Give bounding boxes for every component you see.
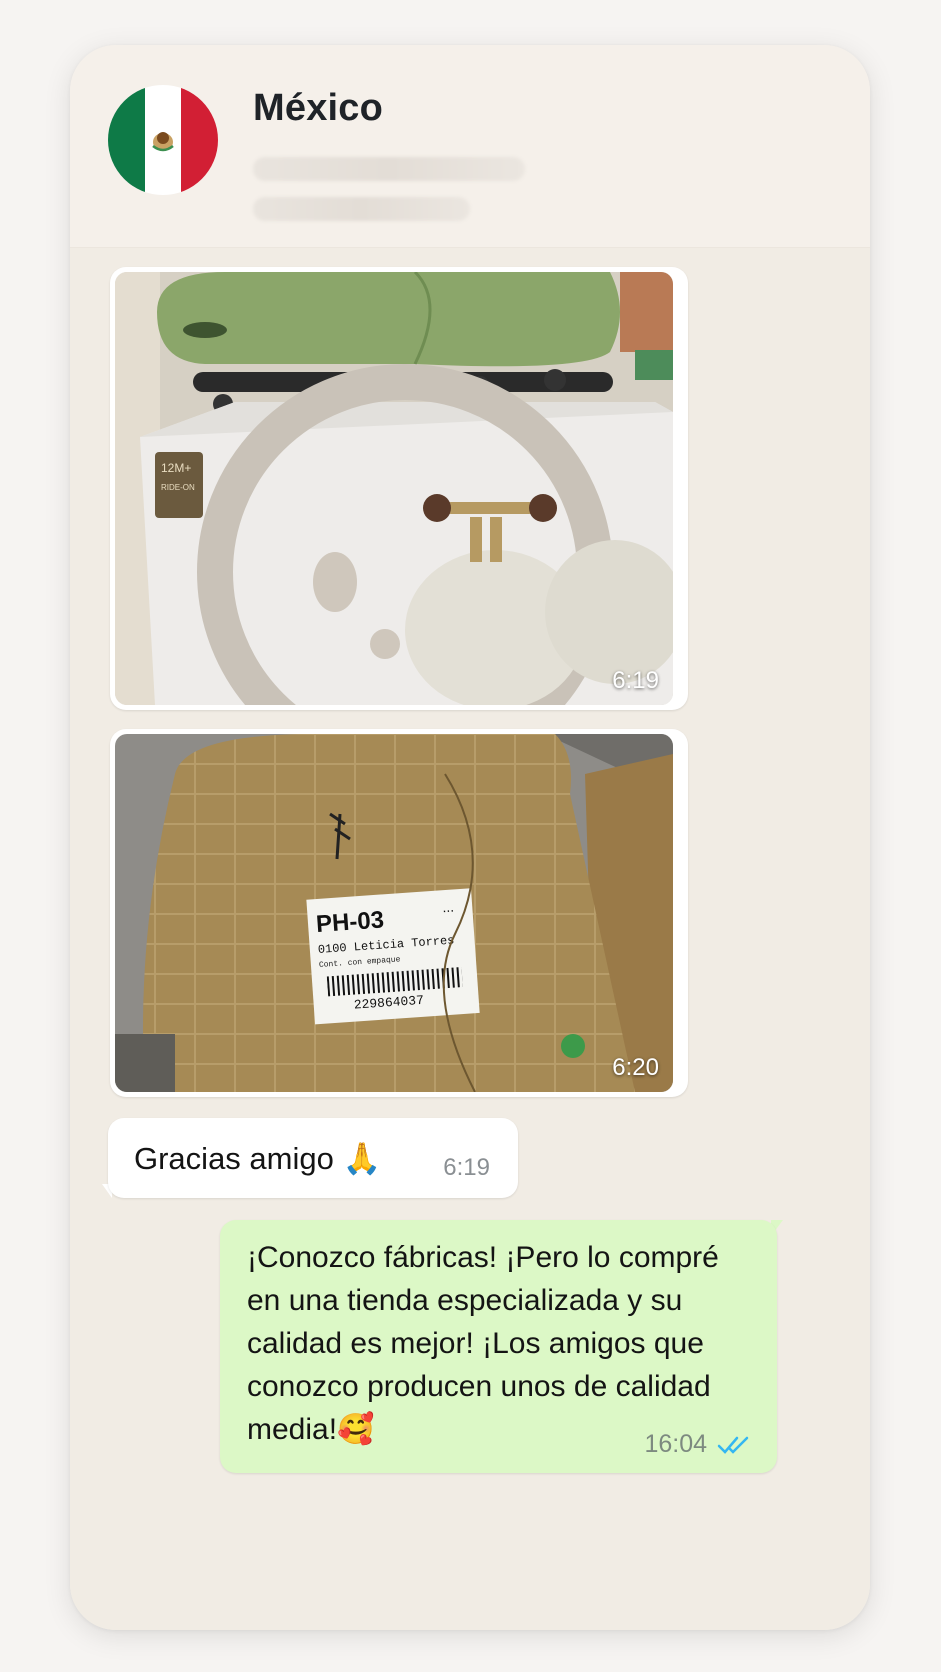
chat-header: México [70,45,870,248]
message-photo[interactable]: 12M+ RIDE-ON 6:19 [115,272,673,705]
contact-avatar[interactable] [108,85,218,195]
outgoing-message[interactable]: ¡Conozco fábricas! ¡Pero lo compré en un… [220,1220,777,1473]
message-time: 16:04 [644,1430,707,1458]
toy-boxes-photo: 12M+ RIDE-ON [115,272,673,705]
message-time: 6:20 [612,1054,659,1081]
message-list[interactable]: 12M+ RIDE-ON 6:19 PH-03 ... 0100 Leticia… [70,248,870,1630]
message-photo[interactable]: PH-03 ... 0100 Leticia Torres Cont. con … [115,734,673,1092]
image-message[interactable]: PH-03 ... 0100 Leticia Torres Cont. con … [110,729,688,1097]
message-meta: 16:04 [644,1430,751,1459]
flag-white-band [144,85,182,195]
label-code-text: PH-03 [315,906,385,938]
flag-red-band [181,85,218,195]
message-time: 6:19 [443,1154,490,1181]
redacted-info-line [253,157,525,181]
chat-window: México 12M+ RIDE-ON 6:19 PH-03 ... 0100 … [70,45,870,1630]
redacted-info-line [253,197,470,221]
parcel-photo: PH-03 ... 0100 Leticia Torres Cont. con … [115,734,673,1092]
label-dots-text: ... [442,898,455,915]
contact-name[interactable]: México [253,87,383,130]
image-message[interactable]: 12M+ RIDE-ON 6:19 [110,267,688,710]
flag-green-band [108,85,145,195]
eagle-emblem-icon [152,132,174,152]
incoming-message[interactable]: Gracias amigo 🙏 6:19 [108,1118,518,1198]
box-age-text: 12M+ [161,461,191,475]
box-type-text: RIDE-ON [161,483,195,492]
message-text: Gracias amigo 🙏 [134,1141,382,1176]
read-double-check-icon [717,1436,749,1454]
message-time: 6:19 [612,667,659,694]
message-text: ¡Conozco fábricas! ¡Pero lo compré en un… [247,1241,719,1446]
